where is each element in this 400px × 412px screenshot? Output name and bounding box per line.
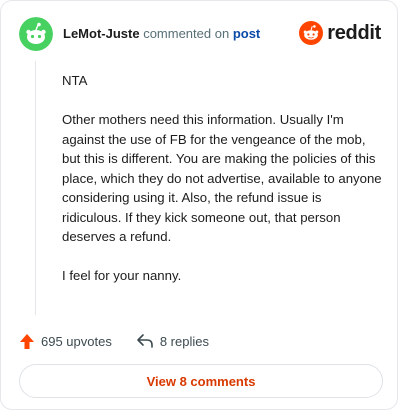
post-link[interactable]: post	[233, 26, 260, 41]
comment-header: LeMot-Juste commented on post reddit	[19, 17, 381, 51]
reddit-brand[interactable]: reddit	[299, 21, 381, 45]
author-name[interactable]: LeMot-Juste	[63, 26, 140, 41]
upvote-count: 695 upvotes	[41, 333, 112, 349]
avatar-icon[interactable]	[19, 17, 53, 51]
replies-button[interactable]: 8 replies	[136, 333, 209, 349]
thread-line	[35, 61, 36, 315]
comment-card: LeMot-Juste commented on post reddit NTA…	[0, 0, 398, 410]
reply-arrow-icon	[137, 334, 153, 348]
comment-body: NTA Other mothers need this information.…	[62, 71, 382, 305]
replies-count: 8 replies	[159, 333, 209, 349]
comment-paragraph: Other mothers need this information. Usu…	[62, 112, 382, 244]
reddit-wordmark: reddit	[327, 21, 381, 44]
comment-paragraph: NTA	[62, 73, 88, 88]
action-text: commented on	[143, 26, 230, 41]
view-comments-button[interactable]: View 8 comments	[19, 364, 383, 398]
reddit-logo-icon	[299, 21, 324, 45]
upvote-arrow-icon	[20, 333, 34, 349]
comment-paragraph: I feel for your nanny.	[62, 268, 182, 283]
comment-footer: 695 upvotes 8 replies	[19, 331, 379, 351]
byline: LeMot-Juste commented on post	[63, 26, 260, 41]
upvote-button[interactable]: 695 upvotes	[19, 333, 112, 350]
